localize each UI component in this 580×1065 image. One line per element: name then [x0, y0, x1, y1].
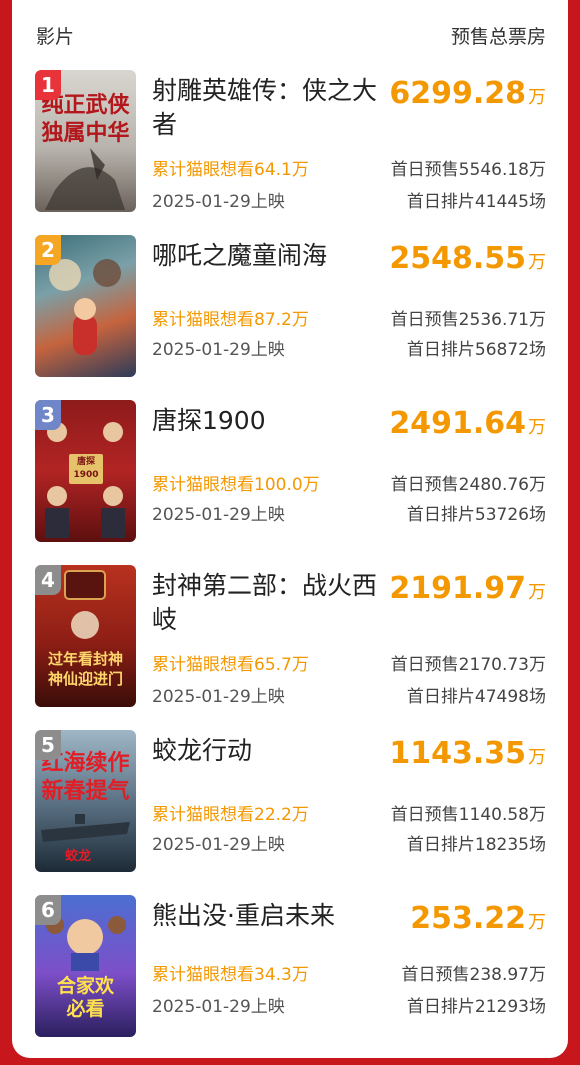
gross-value: 1143.35 — [389, 736, 526, 771]
rank-badge: 2 — [35, 235, 61, 265]
rank-badge: 3 — [35, 400, 61, 430]
rank-badge: 5 — [35, 730, 61, 760]
want-count: 累计猫眼想看34.3万 — [152, 965, 309, 985]
release-date: 2025-01-29上映 — [152, 340, 285, 360]
presale-gross: 2191.97 万 — [389, 571, 546, 606]
presale-gross: 2491.64 万 — [389, 406, 546, 441]
gross-value: 2548.55 — [389, 241, 526, 276]
rank-badge: 6 — [35, 895, 61, 925]
first-day-shows: 首日排片41445场 — [406, 192, 546, 212]
first-day-shows: 首日排片56872场 — [406, 340, 546, 360]
release-date: 2025-01-29上映 — [152, 835, 285, 855]
gross-unit: 万 — [528, 87, 546, 108]
rank-badge: 4 — [35, 565, 61, 595]
movie-row-3[interactable]: 唐探1900 3 唐探1900 2491.64 万 累计猫眼想看100.0万 20… — [12, 400, 568, 550]
gross-value: 6299.28 — [389, 76, 526, 111]
gross-unit: 万 — [528, 417, 546, 438]
release-date: 2025-01-29上映 — [152, 505, 285, 525]
column-header-movie: 影片 — [36, 26, 75, 48]
first-day-presale: 首日预售2170.73万 — [390, 655, 546, 675]
movie-poster[interactable]: 合家欢必看 6 — [35, 895, 136, 1037]
movie-title[interactable]: 射雕英雄传：侠之大者 — [152, 74, 392, 142]
poster-tagline: 合家欢必看 — [56, 975, 114, 1020]
movie-title[interactable]: 熊出没·重启未来 — [152, 899, 392, 933]
gross-unit: 万 — [528, 582, 546, 603]
movie-row-5[interactable]: 红海续作新春提气 蛟龙 5 蛟龙行动 1143.35 万 累计猫眼想看22.2万 … — [12, 730, 568, 880]
release-date: 2025-01-29上映 — [152, 192, 285, 212]
gross-value: 253.22 — [410, 901, 526, 936]
movie-row-6[interactable]: 合家欢必看 6 熊出没·重启未来 253.22 万 累计猫眼想看34.3万 202… — [12, 895, 568, 1045]
gross-value: 2191.97 — [389, 571, 526, 606]
movie-title[interactable]: 唐探1900 — [152, 404, 392, 438]
presale-gross: 6299.28 万 — [389, 76, 546, 111]
list-header: 影片 预售总票房 — [12, 0, 568, 62]
presale-gross: 2548.55 万 — [389, 241, 546, 276]
first-day-shows: 首日排片47498场 — [406, 687, 546, 707]
want-count: 累计猫眼想看65.7万 — [152, 655, 309, 675]
first-day-presale: 首日预售1140.58万 — [390, 805, 546, 825]
movie-poster[interactable]: 红海续作新春提气 蛟龙 5 — [35, 730, 136, 872]
first-day-presale: 首日预售238.97万 — [401, 965, 546, 985]
movie-title[interactable]: 蛟龙行动 — [152, 734, 392, 768]
gross-unit: 万 — [528, 252, 546, 273]
movie-title[interactable]: 封神第二部：战火西岐 — [152, 569, 392, 637]
movie-poster[interactable]: 纯正武侠独属中华 1 — [35, 70, 136, 212]
movie-poster[interactable]: 2 — [35, 235, 136, 377]
first-day-presale: 首日预售5546.18万 — [390, 160, 546, 180]
movie-row-1[interactable]: 纯正武侠独属中华 1 射雕英雄传：侠之大者 6299.28 万 累计猫眼想看64.… — [12, 70, 568, 220]
column-header-presale-gross: 预售总票房 — [450, 26, 546, 48]
gross-value: 2491.64 — [389, 406, 526, 441]
movie-poster[interactable]: 过年看封神神仙迎进门 4 — [35, 565, 136, 707]
movie-poster[interactable]: 唐探1900 3 — [35, 400, 136, 542]
first-day-shows: 首日排片21293场 — [406, 997, 546, 1017]
want-count: 累计猫眼想看22.2万 — [152, 805, 309, 825]
presale-gross: 253.22 万 — [410, 901, 546, 936]
release-date: 2025-01-29上映 — [152, 997, 285, 1017]
gross-unit: 万 — [528, 747, 546, 768]
want-count: 累计猫眼想看100.0万 — [152, 475, 320, 495]
svg-text:蛟龙: 蛟龙 — [65, 848, 91, 864]
want-count: 累计猫眼想看87.2万 — [152, 310, 309, 330]
first-day-presale: 首日预售2536.71万 — [390, 310, 546, 330]
want-count: 累计猫眼想看64.1万 — [152, 160, 309, 180]
first-day-presale: 首日预售2480.76万 — [390, 475, 546, 495]
movie-row-2[interactable]: 2 哪吒之魔童闹海 2548.55 万 累计猫眼想看87.2万 2025-01-2… — [12, 235, 568, 385]
gross-unit: 万 — [528, 912, 546, 933]
movie-title[interactable]: 哪吒之魔童闹海 — [152, 239, 392, 273]
release-date: 2025-01-29上映 — [152, 687, 285, 707]
presale-gross: 1143.35 万 — [389, 736, 546, 771]
first-day-shows: 首日排片53726场 — [406, 505, 546, 525]
movie-row-4[interactable]: 过年看封神神仙迎进门 4 封神第二部：战火西岐 2191.97 万 累计猫眼想看6… — [12, 565, 568, 715]
rank-badge: 1 — [35, 70, 61, 100]
poster-tagline: 过年看封神神仙迎进门 — [47, 650, 123, 688]
first-day-shows: 首日排片18235场 — [406, 835, 546, 855]
